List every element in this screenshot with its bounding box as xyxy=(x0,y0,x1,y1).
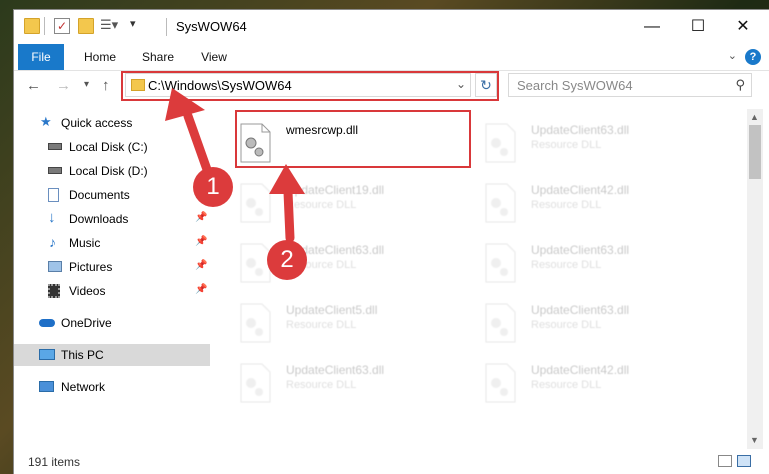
step-badge-1: 1 xyxy=(193,167,233,207)
arrow-to-file xyxy=(269,164,305,243)
step-badge-2: 2 xyxy=(267,240,307,280)
annotation-arrows xyxy=(165,88,305,243)
arrow-to-address-bar xyxy=(165,88,215,183)
